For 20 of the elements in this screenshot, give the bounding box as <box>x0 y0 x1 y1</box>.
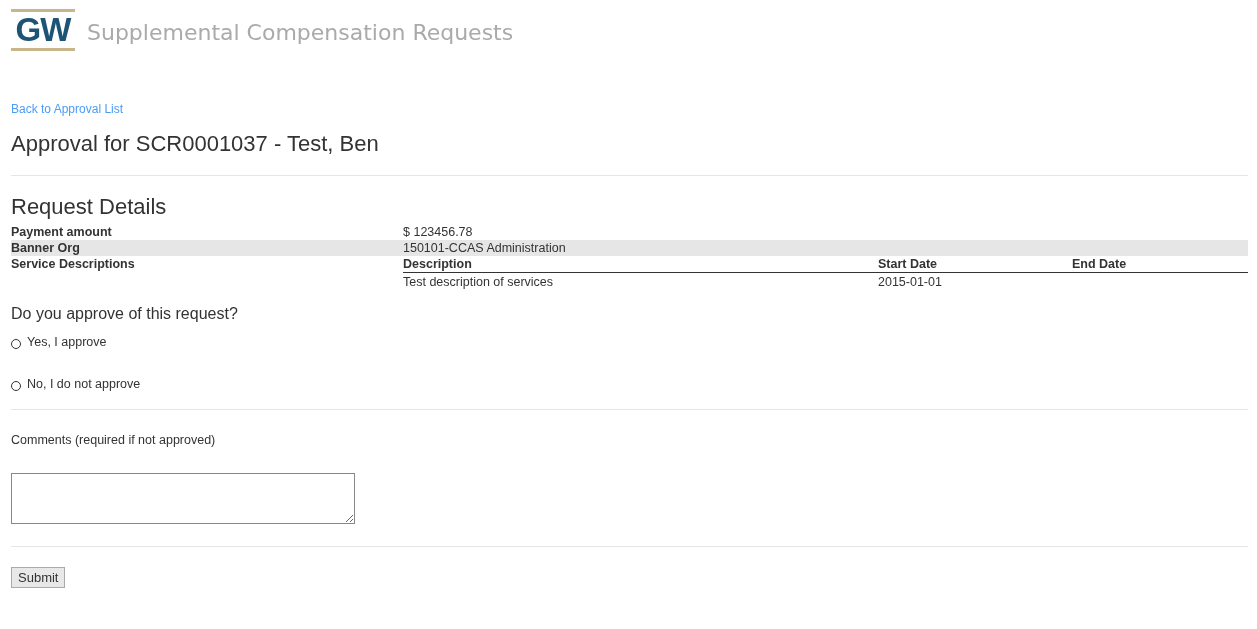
page-heading: Approval for SCR0001037 - Test, Ben <box>11 131 380 157</box>
detail-label: Banner Org <box>11 240 403 256</box>
question: Do you approve of this request? <box>11 305 239 323</box>
radio-label[interactable]: Yes, I approve <box>27 335 107 349</box>
radio-label[interactable]: No, I do not approve <box>27 377 141 391</box>
logo: GW <box>11 9 75 51</box>
submit-button[interactable]: Submit <box>11 567 66 588</box>
column-header: End Date <box>1072 257 1127 271</box>
detail-label: Payment amount <box>11 224 113 240</box>
detail-value: $ 123456.78 <box>403 224 474 240</box>
column-header: Start Date <box>878 257 938 271</box>
app-title: Supplemental Compensation Requests <box>87 19 514 45</box>
detail-label: Service Descriptions <box>11 257 135 271</box>
detail-value: 150101-CCAS Administration <box>403 240 1248 256</box>
table-cell: 2015-01-01 <box>878 275 942 289</box>
comments-field[interactable] <box>11 473 355 524</box>
comments-label: Comments (required if not approved) <box>11 433 217 447</box>
column-header: Description <box>403 257 472 271</box>
section-heading: Request Details <box>11 194 168 220</box>
table-cell: Test description of services <box>403 275 554 289</box>
